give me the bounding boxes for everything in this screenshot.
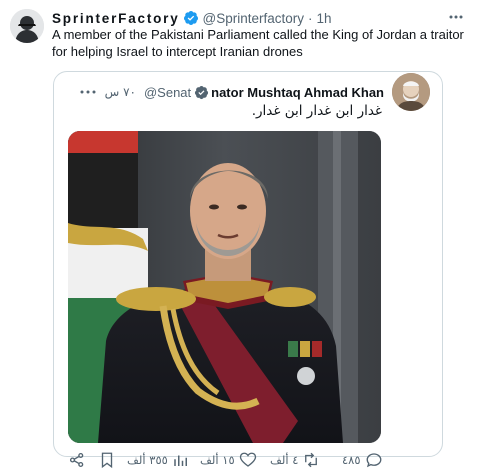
quote-handle[interactable]: @Senat [144, 85, 191, 100]
action-bar: ٣٥٥ ألف ١٥ ألف ٤ ألف ٤٨٥ [0, 447, 478, 471]
quote-verified-badge-icon [195, 85, 209, 99]
quote-avatar-image [392, 73, 430, 111]
reply-icon [366, 453, 381, 468]
replies-count: ٤٨٥ [342, 453, 361, 467]
author-display-name[interactable]: SprinterFactory [52, 11, 180, 26]
tweet-text: A member of the Pakistani Parliament cal… [52, 27, 464, 59]
quote-more-icon[interactable] [79, 87, 97, 97]
header-separator: · [308, 10, 313, 26]
likes-count: ١٥ ألف [200, 453, 235, 467]
tweet-header: SprinterFactory @Sprinterfactory · 1h [52, 9, 448, 27]
retweet-button[interactable]: ٤ ألف [270, 451, 320, 469]
retweets-count: ٤ ألف [270, 453, 299, 467]
views-button[interactable]: ٣٥٥ ألف [127, 451, 190, 469]
tweet-timestamp[interactable]: 1h [317, 11, 332, 26]
quote-display-name[interactable]: nator Mushtaq Ahmad Khan [211, 85, 384, 100]
author-avatar[interactable] [10, 9, 44, 43]
quote-timestamp[interactable]: ٧٠ س [105, 85, 136, 99]
views-icon [174, 455, 187, 466]
like-icon [239, 452, 256, 467]
quote-photo[interactable] [68, 131, 381, 443]
share-icon [69, 452, 84, 468]
photo-king-portrait [68, 131, 381, 443]
bookmark-button[interactable] [98, 451, 116, 469]
quote-text: غدار ابن غدار ابن غدار. [251, 103, 382, 119]
share-button[interactable] [68, 451, 86, 469]
retweet-icon [305, 452, 318, 468]
more-icon[interactable] [448, 10, 464, 24]
quoted-tweet[interactable]: ٧٠ س @Senat nator Mushtaq Ahmad Khan غدا… [53, 71, 443, 457]
bookmark-icon [101, 452, 113, 469]
verified-badge-icon [183, 11, 198, 25]
tweet[interactable]: SprinterFactory @Sprinterfactory · 1h A … [0, 0, 478, 471]
reply-button[interactable]: ٤٨٥ [342, 451, 383, 469]
views-count: ٣٥٥ ألف [127, 453, 168, 467]
quote-avatar[interactable] [392, 73, 430, 111]
like-button[interactable]: ١٥ ألف [200, 451, 257, 469]
author-handle[interactable]: @Sprinterfactory [203, 11, 305, 26]
author-avatar-image [10, 9, 44, 43]
